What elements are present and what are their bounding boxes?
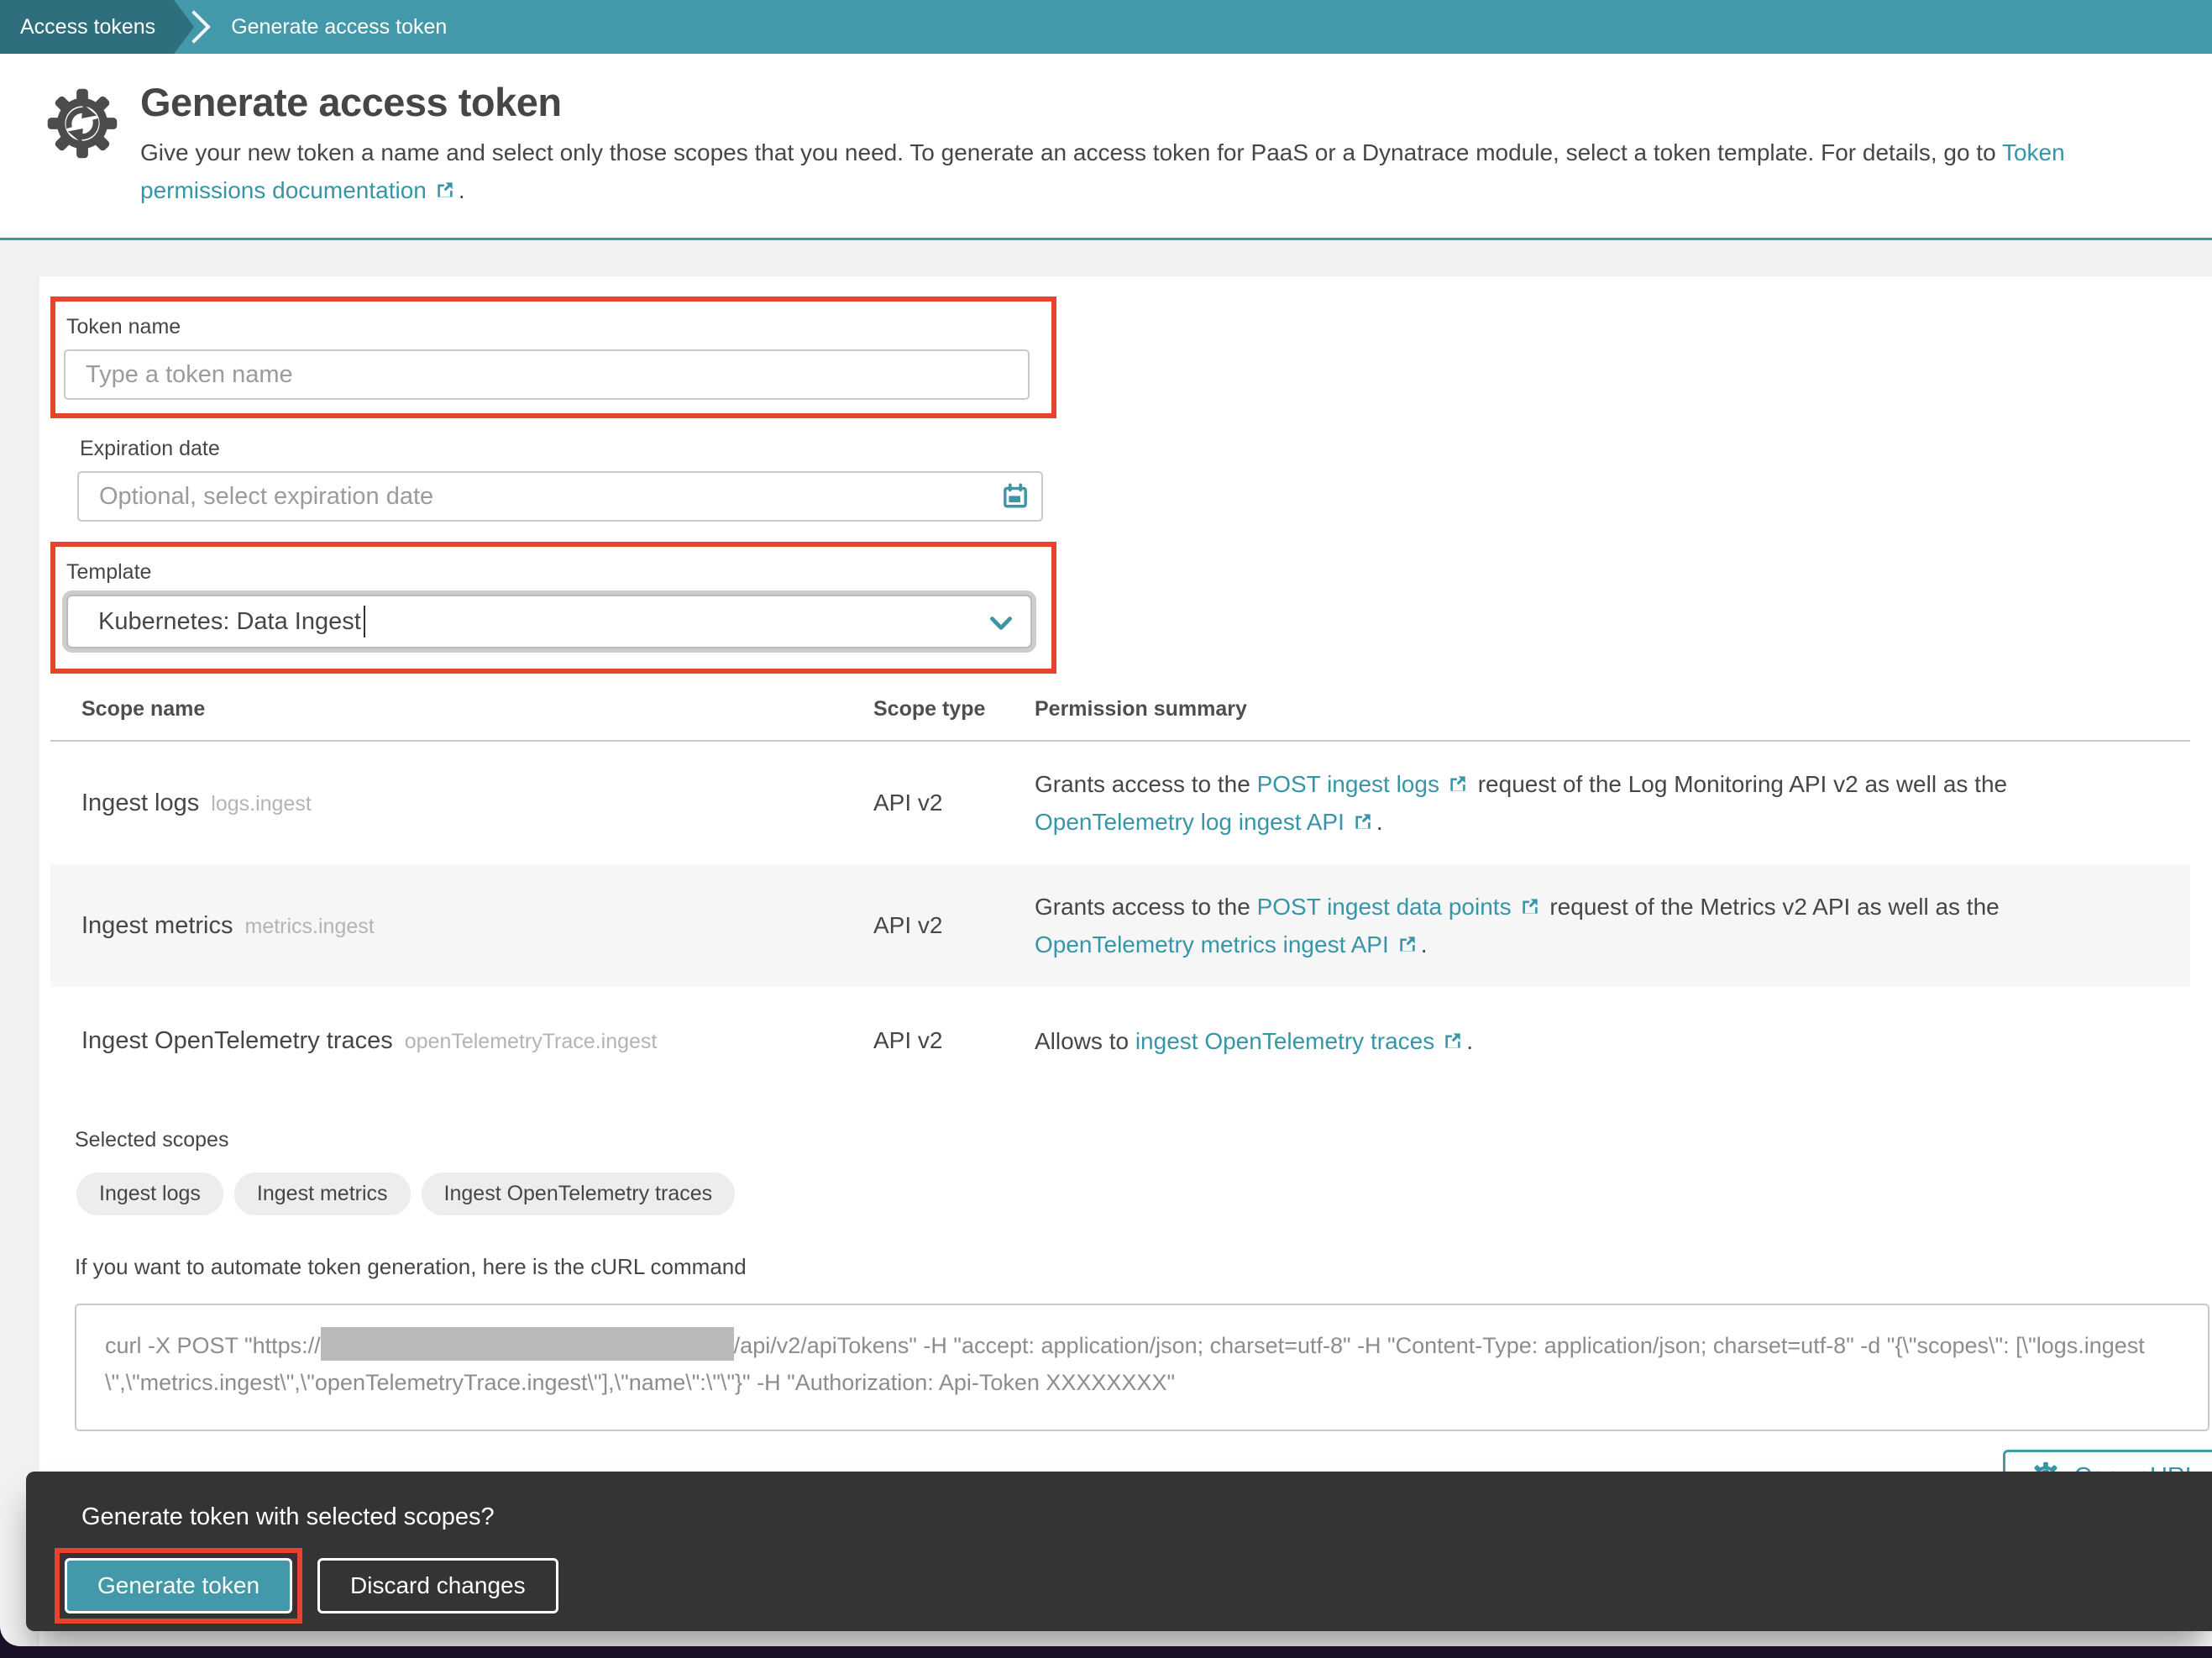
- post-ingest-logs-link[interactable]: POST ingest logs: [1257, 771, 1439, 797]
- chip-ingest-metrics: Ingest metrics: [233, 1173, 411, 1215]
- scopes-table: Scope name Scope type Permission summary…: [50, 690, 2190, 1094]
- token-permissions-documentation-link[interactable]: Token permissions documentation: [140, 139, 2065, 203]
- token-name-highlight-box: Token name: [50, 296, 1056, 418]
- breadcrumb-item-access-tokens[interactable]: Access tokens: [0, 0, 194, 54]
- scope-id: metrics.ingest: [244, 914, 375, 938]
- chip-ingest-logs: Ingest logs: [76, 1173, 223, 1215]
- column-scope-name: Scope name: [81, 697, 206, 721]
- generate-token-highlight-box: Generate token: [55, 1548, 303, 1624]
- scope-name: Ingest logs: [81, 789, 200, 816]
- table-row-ingest-metrics: Ingest metrics metrics.ingest API v2 Gran…: [50, 864, 2190, 987]
- scope-id: openTelemetryTrace.ingest: [404, 1029, 658, 1053]
- footer-action-bar: Generate token with selected scopes? Gen…: [26, 1472, 2212, 1631]
- calendar-icon[interactable]: [1001, 482, 1030, 511]
- discard-changes-button[interactable]: Discard changes: [317, 1558, 558, 1613]
- ingest-opentelemetry-traces-link[interactable]: ingest OpenTelemetry traces: [1135, 1028, 1434, 1054]
- scope-type: API v2: [873, 790, 943, 816]
- scopes-table-header: Scope name Scope type Permission summary: [50, 690, 2190, 742]
- token-name-input[interactable]: [64, 349, 1030, 400]
- selected-scopes-label: Selected scopes: [75, 1128, 229, 1152]
- permission-summary: Grants access to the POST ingest logs re…: [1035, 771, 2008, 835]
- external-link-icon: [1522, 899, 1538, 914]
- expiration-date-input[interactable]: [77, 471, 1043, 522]
- curl-command-box[interactable]: curl -X POST "https:///api/v2/apiTokens"…: [75, 1304, 2209, 1431]
- page-title: Generate access token: [140, 80, 562, 124]
- column-scope-type: Scope type: [873, 697, 986, 721]
- access-token-gear-icon: [46, 87, 118, 160]
- permission-summary: Allows to ingest OpenTelemetry traces.: [1035, 1027, 1473, 1054]
- breadcrumb-label: Access tokens: [20, 14, 156, 39]
- text-caret: [363, 606, 365, 637]
- redacted-tenant-host: [320, 1327, 734, 1361]
- external-link-icon: [1400, 937, 1415, 952]
- scope-name: Ingest metrics: [81, 911, 233, 939]
- permission-summary: Grants access to the POST ingest data po…: [1035, 894, 2000, 958]
- page-description: Give your new token a name and select on…: [140, 139, 2065, 203]
- breadcrumb-item-generate-access-token[interactable]: Generate access token: [211, 0, 467, 54]
- post-ingest-data-points-link[interactable]: POST ingest data points: [1257, 894, 1512, 920]
- table-row-ingest-logs: Ingest logs logs.ingest API v2 Grants acc…: [50, 742, 2190, 864]
- external-link-icon: [1445, 1032, 1460, 1048]
- external-link-icon: [1450, 776, 1465, 791]
- opentelemetry-log-ingest-api-link[interactable]: OpenTelemetry log ingest API: [1035, 809, 1344, 835]
- breadcrumb: Access tokens Generate access token: [0, 0, 2212, 54]
- selected-scopes-chips: Ingest logs Ingest metrics Ingest OpenTe…: [76, 1173, 2195, 1215]
- breadcrumb-chevron-icon: [194, 0, 211, 54]
- footer-question: Generate token with selected scopes?: [81, 1503, 495, 1530]
- external-link-icon: [438, 182, 453, 197]
- opentelemetry-metrics-ingest-api-link[interactable]: OpenTelemetry metrics ingest API: [1035, 931, 1389, 958]
- chevron-down-icon: [987, 609, 1015, 637]
- content-card: Token name Expiration date Template Kube…: [39, 276, 2212, 1646]
- template-label: Template: [66, 560, 152, 584]
- template-select[interactable]: Kubernetes: Data Ingest: [66, 595, 1032, 648]
- breadcrumb-label: Generate access token: [231, 14, 448, 39]
- external-link-icon: [1355, 814, 1371, 829]
- scope-id: logs.ingest: [211, 791, 312, 816]
- column-permission-summary: Permission summary: [1035, 697, 1247, 721]
- expiration-date-label: Expiration date: [80, 437, 220, 460]
- generate-token-button[interactable]: Generate token: [65, 1558, 293, 1613]
- chip-ingest-opentelemetry-traces: Ingest OpenTelemetry traces: [421, 1173, 736, 1215]
- curl-intro-text: If you want to automate token generation…: [75, 1254, 747, 1279]
- page: Access tokens Generate access token Gene…: [0, 0, 2212, 1646]
- template-highlight-box: Template Kubernetes: Data Ingest: [50, 542, 1056, 674]
- table-row-ingest-opentelemetry-traces: Ingest OpenTelemetry traces openTelemetry…: [50, 987, 2190, 1094]
- token-name-label: Token name: [66, 315, 181, 338]
- page-header: Generate access token Give your new toke…: [0, 54, 2212, 240]
- scope-name: Ingest OpenTelemetry traces: [81, 1026, 393, 1054]
- template-selected-value: Kubernetes: Data Ingest: [98, 607, 361, 635]
- expiration-date-field: Expiration date: [77, 437, 2195, 522]
- scope-type: API v2: [873, 1027, 943, 1053]
- scope-type: API v2: [873, 912, 943, 938]
